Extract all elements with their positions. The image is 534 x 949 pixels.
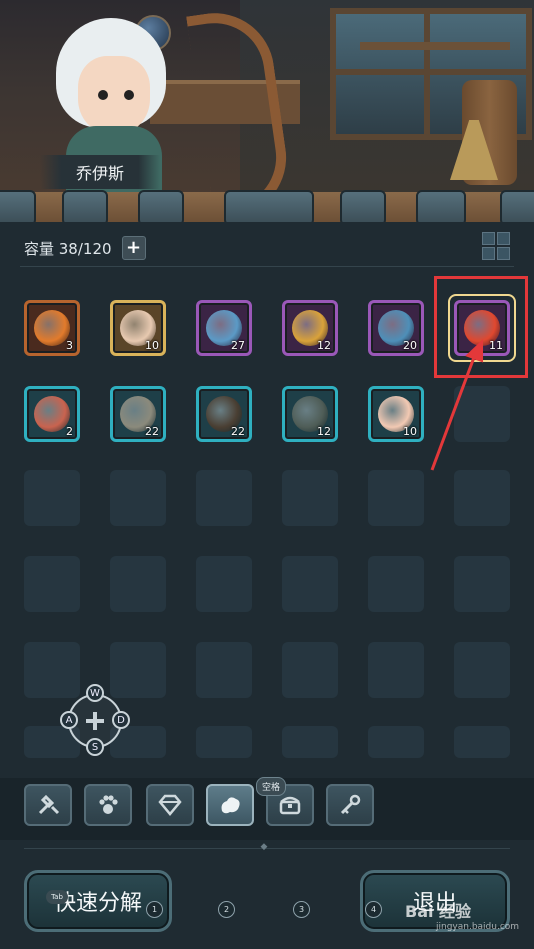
inventory-item-fire-spirit[interactable]: 3 <box>24 300 80 356</box>
item-count: 10 <box>145 339 159 352</box>
item-count: 2 <box>66 425 73 438</box>
meat-leg-icon <box>34 396 70 432</box>
inventory-item-blue-ore[interactable]: 20 <box>368 300 424 356</box>
watermark: Bai 经验 <box>405 902 472 921</box>
capacity-label: 容量 38/120 <box>24 239 112 258</box>
scene-rail <box>0 190 534 226</box>
dpad-control[interactable]: W A D S <box>58 684 132 758</box>
dpad-right-key[interactable]: D <box>112 711 130 729</box>
paw-icon <box>99 795 118 814</box>
item-count: 12 <box>317 425 331 438</box>
add-capacity-button[interactable]: + <box>121 236 146 260</box>
material-icon <box>221 797 240 814</box>
empty-slot[interactable] <box>368 470 424 526</box>
key-icon <box>340 794 361 815</box>
dpad-up-key[interactable]: W <box>86 684 104 702</box>
tab-key[interactable] <box>326 784 374 826</box>
inventory-item-meat-leg[interactable]: 2 <box>24 386 80 442</box>
dpad-cross-icon <box>86 712 104 730</box>
inventory-item-goblin-portrait[interactable]: 12 <box>282 386 338 442</box>
empty-slot[interactable] <box>282 726 338 758</box>
capacity-row: 容量 38/120 + <box>24 236 146 260</box>
empty-slot[interactable] <box>282 556 338 612</box>
hotkey-4: 4 <box>365 901 382 918</box>
tab-paw[interactable] <box>84 784 132 826</box>
empty-slot[interactable] <box>196 726 252 758</box>
empty-slot[interactable] <box>454 642 510 698</box>
item-count: 10 <box>403 425 417 438</box>
empty-slot[interactable] <box>454 470 510 526</box>
inventory-item-fire-spirit[interactable]: 11 <box>454 300 510 356</box>
empty-slot[interactable] <box>368 726 424 758</box>
character-scene: 乔伊斯 <box>0 0 534 200</box>
empty-slot[interactable] <box>24 556 80 612</box>
tools-icon <box>38 794 60 815</box>
inventory-item-heart-crystal[interactable]: 10 <box>110 300 166 356</box>
gem-icon <box>158 794 182 816</box>
tab-tooltip: 空格 <box>256 777 287 796</box>
item-count: 22 <box>145 425 159 438</box>
item-count: 11 <box>489 339 503 352</box>
empty-slot[interactable] <box>196 556 252 612</box>
watermark-url: jingyan.baidu.com <box>436 922 520 932</box>
hotkey-1: 1 <box>146 901 163 918</box>
dpad-left-key[interactable]: A <box>60 711 78 729</box>
empty-slot[interactable] <box>282 470 338 526</box>
empty-slot[interactable] <box>368 642 424 698</box>
empty-slot[interactable] <box>454 556 510 612</box>
inventory-item-girl-portrait[interactable]: 10 <box>368 386 424 442</box>
tab-gem[interactable] <box>146 784 194 826</box>
dpad-down-key[interactable]: S <box>86 738 104 756</box>
empty-slot[interactable] <box>454 386 510 442</box>
hotkey-3: 3 <box>293 901 310 918</box>
inventory-item-blue-scroll[interactable]: 27 <box>196 300 252 356</box>
empty-slot[interactable] <box>454 726 510 758</box>
item-count: 22 <box>231 425 245 438</box>
inventory-item-ghost-mage-portrait[interactable]: 22 <box>110 386 166 442</box>
quick-dismantle-label: 快速分解 <box>53 891 142 916</box>
empty-slot[interactable] <box>196 642 252 698</box>
empty-slot[interactable] <box>282 642 338 698</box>
empty-slot[interactable] <box>196 470 252 526</box>
empty-slot[interactable] <box>110 556 166 612</box>
divider-ornament-icon: ◆ <box>260 842 268 852</box>
empty-slot[interactable] <box>368 556 424 612</box>
tab-key-hint: Tab <box>46 890 68 904</box>
tab-material[interactable] <box>206 784 254 826</box>
tab-tools[interactable] <box>24 784 72 826</box>
item-count: 3 <box>66 339 73 352</box>
character-name: 乔伊斯 <box>40 155 160 189</box>
inventory-item-amber-ore[interactable]: 12 <box>282 300 338 356</box>
fire-spirit-icon <box>34 310 70 346</box>
grid-view-icon[interactable] <box>482 232 510 260</box>
scene-shelf <box>360 42 510 50</box>
item-count: 12 <box>317 339 331 352</box>
empty-slot[interactable] <box>110 470 166 526</box>
divider <box>20 266 514 267</box>
empty-slot[interactable] <box>24 470 80 526</box>
inventory-item-shadow-cat-portrait[interactable]: 22 <box>196 386 252 442</box>
hotkey-2: 2 <box>218 901 235 918</box>
item-count: 20 <box>403 339 417 352</box>
item-count: 27 <box>231 339 245 352</box>
